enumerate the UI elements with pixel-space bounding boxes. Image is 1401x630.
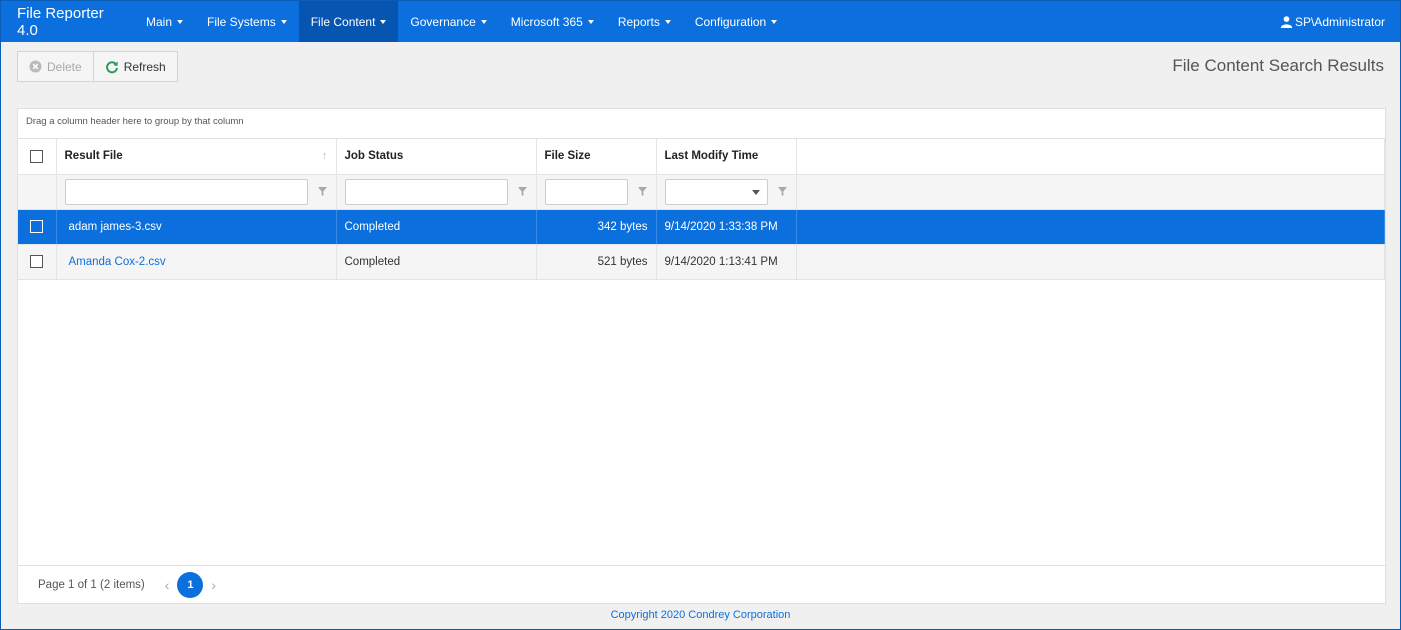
pager: Page 1 of 1 (2 items) ‹ 1 › — [18, 565, 1385, 603]
user-icon — [1280, 16, 1293, 28]
header-row: Result File ↑ Job Status File Size Last M… — [18, 139, 1385, 175]
result-file-link[interactable]: Amanda Cox-2.csv — [56, 244, 337, 280]
filter-row — [18, 174, 1385, 210]
nav-file-content-label: File Content — [310, 14, 376, 29]
sort-ascending-icon: ↑ — [322, 150, 328, 163]
job-status-cell: Completed — [336, 244, 537, 280]
caret-down-icon — [587, 19, 594, 24]
filter-icon[interactable] — [777, 187, 787, 196]
footer-copyright[interactable]: Copyright 2020 Condrey Corporation — [1, 609, 1400, 621]
select-all-cell — [18, 139, 57, 175]
nav-main-label: Main — [146, 14, 173, 29]
filter-cell-result-file — [56, 174, 337, 210]
filter-cell-job-status — [336, 174, 537, 210]
refresh-icon — [105, 60, 118, 73]
prev-page-icon[interactable]: ‹ — [165, 577, 170, 593]
nav-microsoft-365-label: Microsoft 365 — [510, 14, 583, 29]
column-header-label: Result File — [64, 150, 123, 163]
caret-down-icon — [664, 19, 671, 24]
delete-icon — [29, 60, 42, 73]
empty-cell — [796, 209, 1385, 245]
nav-main[interactable]: Main — [134, 1, 195, 42]
column-header-file-size[interactable]: File Size — [536, 139, 657, 175]
table-row[interactable]: Amanda Cox-2.csv Completed 521 bytes 9/1… — [18, 244, 1385, 280]
refresh-button[interactable]: Refresh — [92, 52, 177, 81]
caret-down-icon — [380, 19, 387, 24]
row-select-cell — [18, 244, 57, 280]
refresh-label: Refresh — [123, 59, 166, 74]
nav-configuration-label: Configuration — [694, 14, 767, 29]
results-table: Result File ↑ Job Status File Size Last M… — [18, 139, 1385, 280]
caret-down-icon — [480, 19, 487, 24]
user-name: SP\Administrator — [1294, 14, 1385, 29]
job-status-cell: Completed — [336, 209, 537, 245]
top-navbar: File Reporter 4.0 Main File Systems File… — [1, 1, 1400, 42]
caret-down-icon — [771, 19, 778, 24]
nav-configuration[interactable]: Configuration — [683, 1, 789, 42]
filter-input-file-size[interactable] — [544, 178, 628, 205]
page-title: File Content Search Results — [1172, 56, 1384, 75]
table-row[interactable]: adam james-3.csv Completed 342 bytes 9/1… — [18, 209, 1385, 245]
nav-file-systems[interactable]: File Systems — [195, 1, 299, 42]
pager-summary: Page 1 of 1 (2 items) — [38, 578, 145, 591]
results-grid: Drag a column header here to group by th… — [17, 108, 1386, 604]
delete-button[interactable]: Delete — [18, 52, 93, 81]
filter-date-dropdown[interactable] — [664, 178, 768, 205]
last-modify-time-cell: 9/14/2020 1:13:41 PM — [656, 244, 797, 280]
delete-label: Delete — [47, 59, 82, 74]
caret-down-icon — [280, 19, 287, 24]
user-menu[interactable]: SP\Administrator — [1280, 1, 1400, 42]
nav-governance-label: Governance — [410, 14, 476, 29]
nav-reports[interactable]: Reports — [606, 1, 683, 42]
nav-file-content[interactable]: File Content — [298, 1, 399, 42]
column-header-last-modify-time[interactable]: Last Modify Time — [656, 139, 797, 175]
file-size-cell: 521 bytes — [536, 244, 657, 280]
nav-microsoft-365[interactable]: Microsoft 365 — [499, 1, 606, 42]
row-checkbox[interactable] — [30, 220, 44, 233]
filter-icon[interactable] — [637, 187, 647, 196]
filter-icon[interactable] — [317, 187, 327, 196]
toolbar: Delete Refresh — [17, 51, 178, 82]
nav-governance[interactable]: Governance — [398, 1, 498, 42]
select-all-checkbox[interactable] — [30, 149, 44, 163]
column-header-job-status[interactable]: Job Status — [336, 139, 537, 175]
nav-reports-label: Reports — [617, 14, 660, 29]
filter-cell-empty — [796, 174, 1385, 210]
filter-icon[interactable] — [517, 187, 527, 196]
app-title[interactable]: File Reporter 4.0 — [1, 1, 134, 42]
group-panel[interactable]: Drag a column header here to group by th… — [18, 109, 1385, 139]
filter-input-job-status[interactable] — [344, 178, 508, 205]
filter-cell-last-modify-time — [656, 174, 797, 210]
last-modify-time-cell: 9/14/2020 1:33:38 PM — [656, 209, 797, 245]
next-page-icon[interactable]: › — [211, 577, 216, 593]
nav-file-systems-label: File Systems — [207, 14, 276, 29]
dropdown-caret-icon — [751, 189, 760, 195]
empty-cell — [796, 244, 1385, 280]
row-checkbox[interactable] — [30, 255, 44, 268]
filter-cell-empty — [18, 174, 57, 210]
result-file-cell[interactable]: adam james-3.csv — [56, 209, 337, 245]
column-header-empty — [796, 139, 1385, 175]
column-header-result-file[interactable]: Result File ↑ — [56, 139, 337, 175]
caret-down-icon — [177, 19, 184, 24]
row-select-cell — [18, 209, 57, 245]
filter-cell-file-size — [536, 174, 657, 210]
file-size-cell: 342 bytes — [536, 209, 657, 245]
page-button-current[interactable]: 1 — [177, 571, 204, 598]
filter-input-result-file[interactable] — [64, 178, 308, 205]
